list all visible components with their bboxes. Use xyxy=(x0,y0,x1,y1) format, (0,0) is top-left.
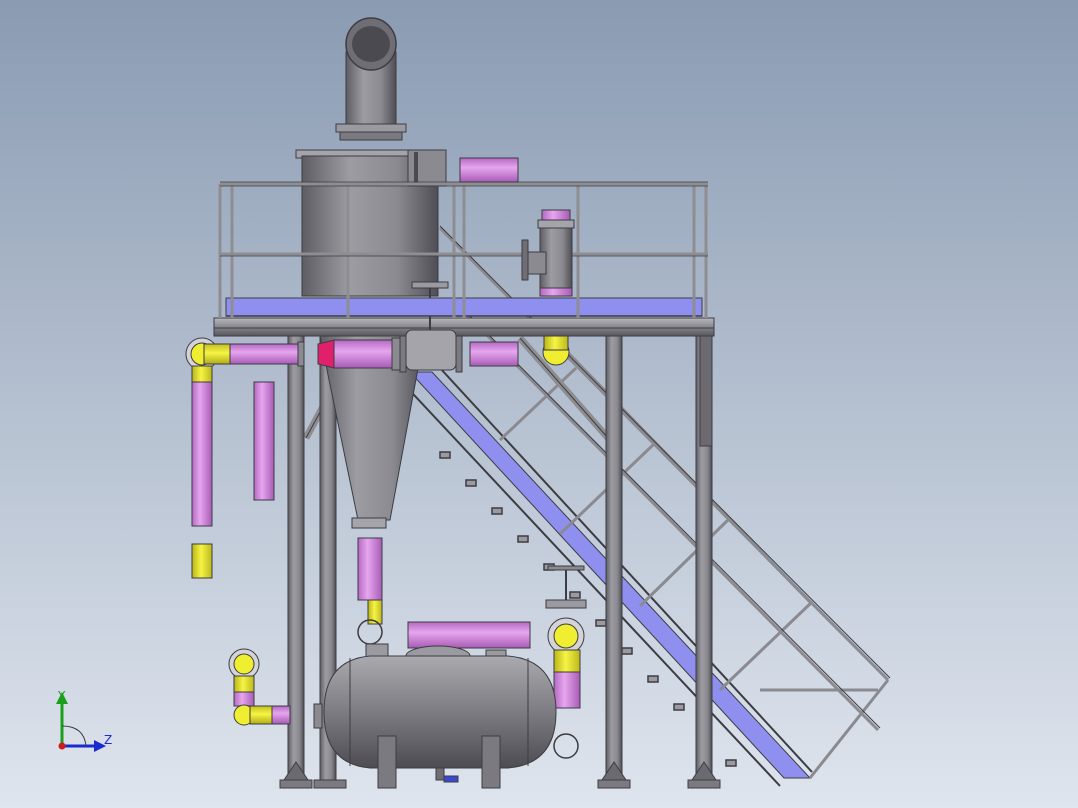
tank-saddle-left xyxy=(377,735,397,789)
downpipe-left xyxy=(191,381,213,527)
column-3 xyxy=(605,335,623,789)
cad-model-drawing[interactable]: Y Z xyxy=(0,0,1078,808)
tank-saddle-right xyxy=(481,735,501,789)
reducer-red xyxy=(317,339,335,369)
duct-top xyxy=(459,157,519,183)
tank-shell xyxy=(323,655,557,769)
exhaust-flange xyxy=(335,123,407,133)
platform-beam xyxy=(213,317,715,337)
axis-z-label: Z xyxy=(104,733,112,747)
column-4-bracket xyxy=(699,335,713,447)
axis-y-label: Y xyxy=(57,689,66,703)
cad-viewport[interactable]: Y Z xyxy=(0,0,1078,808)
